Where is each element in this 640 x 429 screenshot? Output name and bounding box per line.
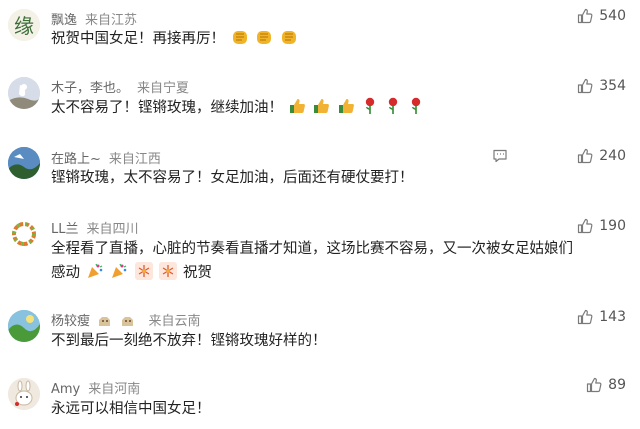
comment-body: 不到最后一刻绝不放弃！铿锵玫瑰好样的！ [51, 333, 327, 349]
comment-body: 祝贺中国女足！再接再厉！ [51, 31, 225, 47]
comment-item: LL兰 来自四川 全程看了直播，心脏的节奏看直播才知道，这场比赛不容易，又一次被女… [0, 208, 640, 294]
comment-text: 全程看了直播，心脏的节奏看直播才知道，这场比赛不容易，又一次被女足姑娘们 感动 … [51, 237, 616, 288]
comment-meta: 在路上~ 来自江西 [51, 148, 161, 167]
avatar[interactable] [8, 77, 40, 109]
comment-body: 永远可以相信中国女足！ [51, 401, 211, 417]
like-count: 354 [599, 78, 626, 94]
comment-item: Amy 来自河南 永远可以相信中国女足！ 89 [0, 368, 640, 429]
like-count: 143 [599, 309, 626, 325]
username[interactable]: Amy [51, 382, 80, 397]
username[interactable]: 木子，李也。 [51, 81, 129, 96]
svg-text:缘: 缘 [14, 14, 34, 38]
fist-emoji [231, 28, 249, 54]
location-label: 来自宁夏 [137, 81, 190, 96]
comment-text: 祝贺中国女足！再接再厉！ [51, 27, 616, 54]
thumbs-up-icon [577, 218, 593, 234]
comment-item: 缘 飘逸 来自江苏 祝贺中国女足！再接再厉！ 540 [0, 0, 640, 64]
rose-emoji [385, 97, 401, 123]
comment-list: 缘 飘逸 来自江苏 祝贺中国女足！再接再厉！ 540 木子，李也。 来自宁夏 太不容… [0, 0, 640, 429]
reply-button[interactable] [492, 148, 508, 168]
rose-emoji [408, 97, 424, 123]
comment-item: 在路上~ 来自江西 铿锵玫瑰，太不容易了！女足加油，后面还有硬仗要打！ 240 [0, 138, 640, 202]
like-count: 89 [608, 377, 626, 393]
comment-text: 不到最后一刻绝不放弃！铿锵玫瑰好样的！ [51, 329, 616, 353]
comment-body: 铿锵玫瑰，太不容易了！女足加油，后面还有硬仗要打！ [51, 170, 414, 186]
like-button[interactable]: 354 [577, 78, 626, 94]
location-label: 来自江苏 [85, 13, 138, 28]
thumbs-up-emoji [289, 97, 307, 123]
avatar[interactable] [8, 310, 40, 342]
comment-meta: 木子，李也。 来自宁夏 [51, 77, 189, 96]
fist-emoji [255, 28, 273, 54]
party-popper-emoji [110, 262, 128, 288]
comment-text: 铿锵玫瑰，太不容易了！女足加油，后面还有硬仗要打！ [51, 166, 616, 190]
avatar[interactable] [8, 378, 40, 410]
comment-body: 太不容易了！铿锵玫瑰，继续加油！ [51, 100, 283, 116]
like-button[interactable]: 240 [577, 148, 626, 164]
location-label: 来自云南 [148, 314, 201, 329]
like-count: 240 [599, 148, 626, 164]
comment-meta: Amy 来自河南 [51, 378, 140, 397]
comment-body-line2: 感动 祝贺 [51, 261, 616, 288]
thumbs-up-emoji [338, 97, 356, 123]
comment-meta: 飘逸 来自江苏 [51, 9, 137, 28]
username[interactable]: LL兰 [51, 222, 79, 237]
thumbs-up-emoji [313, 97, 331, 123]
username[interactable]: 飘逸 [51, 13, 77, 28]
like-button[interactable]: 190 [577, 218, 626, 234]
party-popper-emoji [86, 262, 104, 288]
thumbs-up-icon [577, 8, 593, 24]
like-button[interactable]: 143 [577, 309, 626, 325]
like-button[interactable]: 89 [586, 377, 626, 393]
location-label: 来自四川 [86, 222, 139, 237]
location-label: 来自河南 [88, 382, 141, 397]
like-button[interactable]: 540 [577, 8, 626, 24]
avatar[interactable] [8, 147, 40, 179]
thumbs-up-icon [577, 148, 593, 164]
username[interactable]: 在路上~ [51, 152, 101, 167]
comment-meta: LL兰 来自四川 [51, 218, 139, 237]
rose-emoji [362, 97, 378, 123]
comment-text: 太不容易了！铿锵玫瑰，继续加油！ [51, 96, 616, 123]
username[interactable]: 杨较瘦 [51, 314, 90, 329]
like-count: 540 [599, 8, 626, 24]
fist-emoji [280, 28, 298, 54]
thumbs-up-icon [586, 377, 602, 393]
fireworks-emoji [159, 262, 178, 288]
like-count: 190 [599, 218, 626, 234]
thumbs-up-icon [577, 78, 593, 94]
avatar[interactable] [8, 218, 40, 250]
comment-text: 永远可以相信中国女足！ [51, 397, 616, 421]
thumbs-up-icon [577, 309, 593, 325]
comment-icon [492, 149, 508, 168]
comment-item: 木子，李也。 来自宁夏 太不容易了！铿锵玫瑰，继续加油！ 354 [0, 68, 640, 132]
location-label: 来自江西 [108, 152, 161, 167]
comment-item: 杨较瘦 来自云南 不到最后一刻绝不放弃！铿锵玫瑰好样的！ 143 [0, 300, 640, 364]
fireworks-emoji [134, 262, 153, 288]
comment-body: 全程看了直播，心脏的节奏看直播才知道，这场比赛不容易，又一次被女足姑娘们 [51, 241, 573, 257]
avatar[interactable]: 缘 [8, 9, 40, 41]
